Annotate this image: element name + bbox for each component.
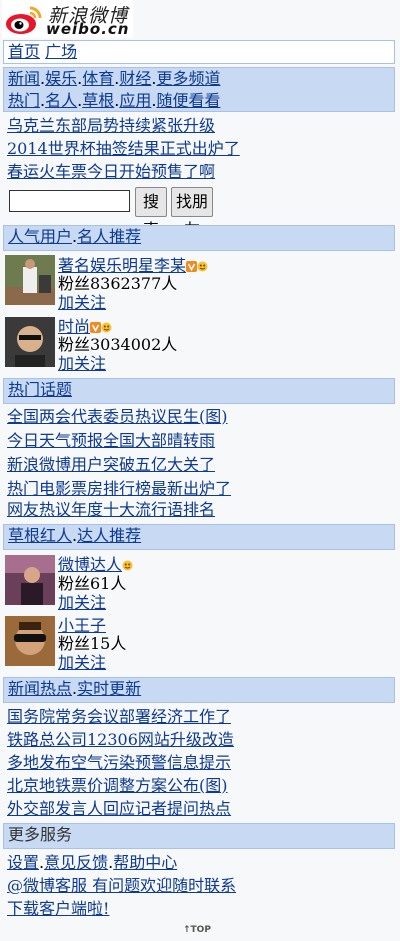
user-fans: 粉丝3034002人 [58, 335, 178, 354]
headline-link[interactable]: 2014世界杯抽签结果正式出炉了 [7, 138, 240, 160]
channel-link[interactable]: 随便看看 [156, 91, 220, 110]
user-name-link[interactable]: 时尚 [58, 317, 90, 336]
avatar-image [5, 555, 55, 605]
arrow-up-icon: ↑ [183, 925, 191, 935]
back-to-top-link[interactable]: ↑TOP [183, 925, 211, 935]
user-name-row: 著名娱乐明星李某 [58, 256, 208, 276]
news-link[interactable]: 国务院常务会议部署经济工作了 [7, 706, 231, 728]
verified-v-icon [90, 322, 102, 333]
top-nav: 首页 广场 [3, 40, 395, 64]
avatar-image [5, 255, 55, 305]
daren-emoji-icon [122, 560, 133, 571]
weibo-logo[interactable]: 新浪微博 weibo.cn [2, 0, 133, 38]
avatar-image [5, 616, 55, 666]
channel-row-2: 热门.名人.草根.应用.随便看看 [8, 91, 221, 110]
settings-link[interactable]: 设置 [7, 853, 39, 872]
daren-emoji-icon [101, 322, 112, 333]
section-link[interactable]: 新闻热点 [8, 679, 72, 698]
channel-link[interactable]: 体育 [82, 69, 114, 88]
official-account-link[interactable]: @微博客服 有问题欢迎随时联系 [7, 875, 236, 897]
search-input[interactable] [9, 190, 130, 212]
section-link[interactable]: 实时更新 [77, 679, 141, 698]
nav-home-link[interactable]: 首页 [8, 42, 40, 61]
section-link[interactable]: 达人推荐 [77, 526, 141, 545]
channel-link[interactable]: 新闻 [8, 69, 40, 88]
channel-row-1: 新闻.娱乐.体育.财经.更多频道 [8, 69, 221, 88]
user-fans: 粉丝8362377人 [58, 274, 178, 293]
channel-nav: 新闻.娱乐.体育.财经.更多频道 热门.名人.草根.应用.随便看看 [3, 67, 395, 112]
avatar[interactable] [5, 317, 55, 367]
daren-emoji-icon [197, 261, 208, 272]
more-links-row: 设置.意见反馈.帮助中心 [7, 853, 178, 872]
section-more-header: 更多服务 [3, 823, 395, 849]
user-name-row: 微博达人 [58, 555, 133, 575]
channel-link[interactable]: 更多频道 [156, 69, 220, 88]
channel-link[interactable]: 娱乐 [45, 69, 77, 88]
user-fans: 粉丝61人 [58, 574, 127, 593]
user-name-link[interactable]: 著名娱乐明星李某 [58, 256, 186, 275]
topic-link[interactable]: 新浪微博用户突破五亿大关了 [7, 454, 215, 476]
topic-link[interactable]: 热门电影票房排行榜最新出炉了 [7, 478, 231, 500]
channel-link[interactable]: 财经 [119, 69, 151, 88]
avatar[interactable] [5, 255, 55, 305]
search-button[interactable]: 搜索 [135, 187, 167, 239]
nav-square-link[interactable]: 广场 [45, 42, 77, 61]
headline-link[interactable]: 乌克兰东部局势持续紧张升级 [7, 115, 215, 137]
avatar[interactable] [5, 555, 55, 605]
find-friends-button[interactable]: 找朋友 [171, 187, 213, 239]
feedback-link[interactable]: 意见反馈 [44, 853, 108, 872]
follow-link[interactable]: 加关注 [58, 354, 106, 374]
weibo-eye-icon [6, 6, 42, 34]
download-client-link[interactable]: 下载客户端啦! [7, 898, 109, 920]
avatar-image [5, 317, 55, 367]
section-link[interactable]: 人气用户 [8, 227, 72, 246]
channel-link[interactable]: 名人 [45, 91, 77, 110]
channel-link[interactable]: 应用 [119, 91, 151, 110]
headline-link[interactable]: 春运火车票今日开始预售了啊 [7, 161, 215, 183]
news-link[interactable]: 北京地铁票价调整方案公布(图) [7, 775, 228, 797]
user-name-link[interactable]: 小王子 [58, 616, 106, 635]
news-link[interactable]: 多地发布空气污染预警信息提示 [7, 752, 231, 774]
back-to-top-label: TOP [190, 925, 211, 935]
section-link[interactable]: 名人推荐 [77, 227, 141, 246]
topic-link[interactable]: 全国两会代表委员热议民生(图) [7, 406, 228, 428]
topic-link[interactable]: 网友热议年度十大流行语排名 [7, 499, 215, 521]
channel-link[interactable]: 热门 [8, 91, 40, 110]
section-link[interactable]: 热门话题 [8, 380, 72, 399]
channel-link[interactable]: 草根 [82, 91, 114, 110]
section-news-header: 新闻热点.实时更新 [3, 677, 395, 703]
avatar[interactable] [5, 616, 55, 666]
user-fans: 粉丝15人 [58, 634, 127, 653]
section-topics-header: 热门话题 [3, 378, 395, 404]
section-grassroots-header: 草根红人.达人推荐 [3, 524, 395, 550]
user-name-row: 小王子 [58, 616, 106, 636]
news-link[interactable]: 外交部发言人回应记者提问热点 [7, 798, 231, 820]
verified-v-icon [186, 261, 198, 272]
follow-link[interactable]: 加关注 [58, 653, 106, 673]
user-name-link[interactable]: 微博达人 [58, 555, 122, 574]
section-hot-people-header: 人气用户.名人推荐 [3, 225, 395, 251]
user-name-row: 时尚 [58, 317, 112, 337]
section-link[interactable]: 草根红人 [8, 526, 72, 545]
follow-link[interactable]: 加关注 [58, 293, 106, 313]
follow-link[interactable]: 加关注 [58, 593, 106, 613]
topic-link[interactable]: 今日天气预报全国大部晴转雨 [7, 430, 215, 452]
news-link[interactable]: 铁路总公司12306网站升级改造 [7, 729, 234, 751]
logo-en-text: weibo.cn [46, 20, 130, 38]
help-link[interactable]: 帮助中心 [113, 853, 177, 872]
